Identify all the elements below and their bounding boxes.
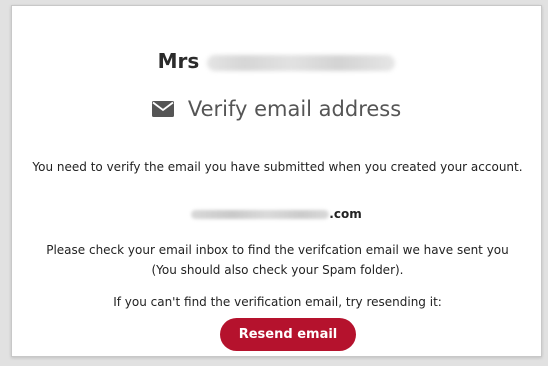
resend-email-button[interactable]: Resend email: [220, 318, 356, 351]
screenshot-frame: Mrs Verify email address You need to ver…: [0, 0, 548, 366]
verify-email-card: Mrs Verify email address You need to ver…: [11, 5, 542, 357]
instruction-text: You need to verify the email you have su…: [32, 160, 523, 174]
page-title: Verify email address: [187, 97, 402, 121]
envelope-icon: [151, 101, 174, 117]
redacted-email: [191, 210, 330, 219]
page-title-row: Verify email address: [12, 97, 541, 121]
redacted-name: [207, 54, 396, 71]
email-domain-suffix: .com: [329, 207, 362, 221]
greeting: Mrs: [12, 49, 541, 73]
salutation: Mrs: [157, 49, 200, 73]
check-inbox-text: Please check your email inbox to find th…: [46, 243, 509, 277]
submitted-email: .com: [12, 207, 541, 221]
resend-hint-text: If you can't find the verification email…: [113, 295, 442, 309]
